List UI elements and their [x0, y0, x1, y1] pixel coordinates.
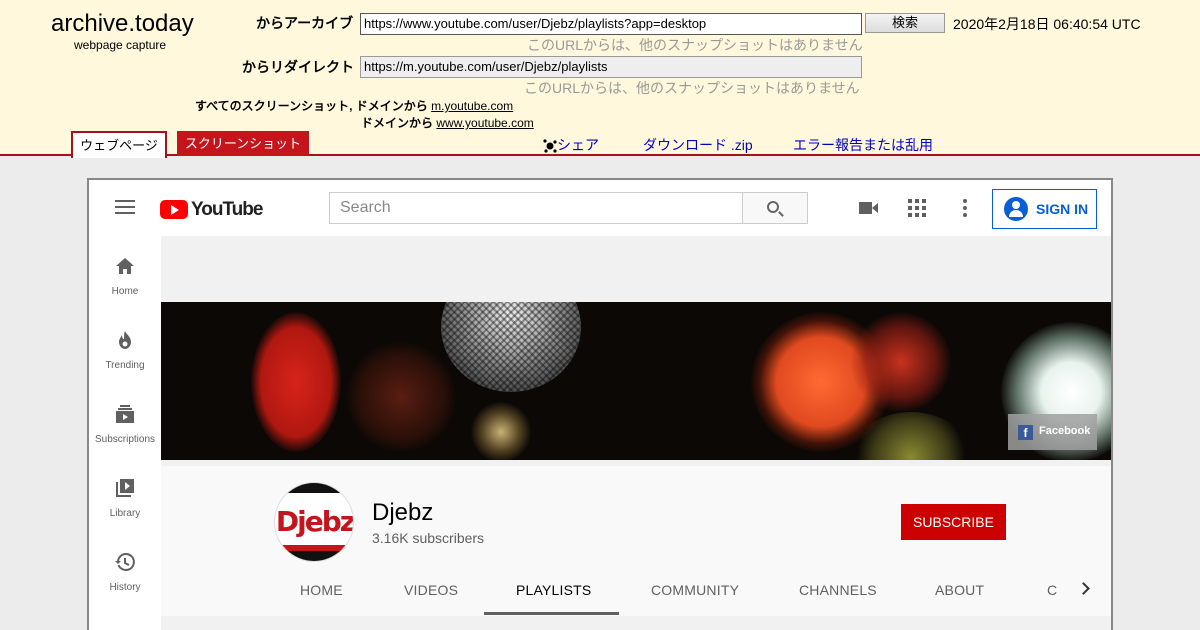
sidebar-item-label: Subscriptions	[94, 434, 156, 445]
youtube-play-icon	[160, 200, 188, 219]
share-icon	[543, 139, 557, 153]
all-screenshots-label: すべてのスクリーンショット,	[195, 99, 353, 113]
tab-screenshot[interactable]: スクリーンショット	[177, 131, 309, 156]
domain-link-mobile[interactable]: m.youtube.com	[431, 99, 513, 113]
channel-header: Djebz Djebz 3.16K subscribers SUBSCRIBE …	[161, 466, 1111, 616]
microphone-image	[441, 302, 581, 392]
chevron-right-icon[interactable]	[1077, 582, 1090, 595]
subscriber-count: 3.16K subscribers	[372, 530, 485, 546]
channel-banner: f Facebook	[161, 302, 1111, 460]
more-options-icon[interactable]	[953, 196, 977, 220]
sidebar-item-history[interactable]: History	[89, 532, 161, 606]
facebook-link[interactable]: f Facebook	[1008, 414, 1097, 450]
tab-channels[interactable]: CHANNELS	[799, 582, 877, 598]
domain-screenshots-line-2: ドメインから www.youtube.com	[361, 114, 534, 131]
channel-avatar-text: Djebz	[275, 505, 354, 538]
share-link[interactable]: シェア	[543, 135, 599, 155]
sidebar-item-label: History	[109, 582, 141, 593]
home-icon	[116, 258, 134, 274]
archive-logo[interactable]: archive.today	[51, 10, 194, 38]
tab-home[interactable]: HOME	[300, 582, 343, 598]
captured-page-frame: YouTube Search SIGN IN Home Trending Sub…	[87, 178, 1113, 630]
youtube-logo-text: YouTube	[191, 199, 263, 220]
domain-from-label-2: ドメインから	[361, 116, 434, 130]
library-icon	[116, 479, 134, 497]
sidebar-item-home[interactable]: Home	[89, 236, 161, 310]
redirect-label: からリダイレクト	[242, 59, 354, 75]
domain-screenshots-line-1: すべてのスクリーンショット, ドメインから m.youtube.com	[195, 97, 513, 114]
channel-content: f Facebook Djebz Djebz 3.16K subscribers…	[161, 236, 1111, 630]
sign-in-button[interactable]: SIGN IN	[992, 189, 1097, 229]
sidebar: Home Trending Subscriptions Library Hist…	[89, 236, 161, 630]
domain-from-label-1: ドメインから	[355, 99, 428, 113]
subscriptions-icon	[116, 405, 134, 423]
account-icon	[1004, 197, 1028, 221]
search-button[interactable]: 検索	[865, 13, 945, 33]
archive-header: archive.today webpage capture からアーカイブ ht…	[0, 0, 1200, 158]
redirect-url-field[interactable]: https://m.youtube.com/user/Djebz/playlis…	[360, 56, 862, 78]
menu-icon[interactable]	[115, 200, 135, 216]
sign-in-label: SIGN IN	[1036, 201, 1089, 217]
domain-link-www[interactable]: www.youtube.com	[436, 116, 533, 130]
tab-community[interactable]: COMMUNITY	[651, 582, 739, 598]
capture-date: 2020年2月18日 06:40:54 UTC	[953, 16, 1141, 32]
archive-url-input[interactable]: https://www.youtube.com/user/Djebz/playl…	[360, 13, 862, 35]
youtube-logo[interactable]: YouTube	[160, 198, 263, 220]
facebook-icon: f	[1018, 425, 1033, 440]
subscribe-button[interactable]: SUBSCRIBE	[901, 504, 1006, 540]
share-label: シェア	[557, 137, 599, 153]
channel-avatar[interactable]: Djebz	[274, 482, 354, 562]
sidebar-item-trending[interactable]: Trending	[89, 310, 161, 384]
tab-videos[interactable]: VIDEOS	[404, 582, 458, 598]
no-snapshots-note-2: このURLからは、他のスナップショットはありません	[524, 80, 860, 96]
sidebar-item-label: Trending	[105, 360, 145, 371]
sidebar-item-label: Home	[111, 286, 139, 297]
apps-grid-icon[interactable]	[905, 196, 929, 220]
facebook-link-label: Facebook	[1039, 425, 1091, 437]
youtube-header: YouTube Search SIGN IN	[89, 180, 1111, 236]
no-snapshots-note-1: このURLからは、他のスナップショットはありません	[527, 37, 863, 53]
upload-video-icon[interactable]	[857, 196, 881, 220]
history-icon	[115, 553, 135, 571]
archive-logo-subtitle: webpage capture	[74, 38, 167, 52]
search-input[interactable]: Search	[329, 192, 743, 224]
sidebar-item-label: Library	[109, 508, 141, 519]
tab-playlists[interactable]: PLAYLISTS	[516, 582, 591, 598]
search-icon	[767, 201, 779, 213]
from-archive-label: からアーカイブ	[256, 15, 354, 31]
tab-webpage[interactable]: ウェブページ	[71, 131, 167, 158]
search-submit-button[interactable]	[742, 192, 808, 224]
flame-icon	[119, 331, 131, 349]
active-tab-underline	[484, 612, 619, 615]
download-zip-link[interactable]: ダウンロード .zip	[643, 135, 753, 155]
tab-about[interactable]: ABOUT	[935, 582, 984, 598]
sidebar-item-subscriptions[interactable]: Subscriptions	[89, 384, 161, 458]
channel-name: Djebz	[372, 499, 434, 526]
report-abuse-link[interactable]: エラー報告または乱用	[793, 135, 933, 155]
tab-overflow[interactable]: C	[1047, 582, 1057, 598]
sidebar-item-library[interactable]: Library	[89, 458, 161, 532]
